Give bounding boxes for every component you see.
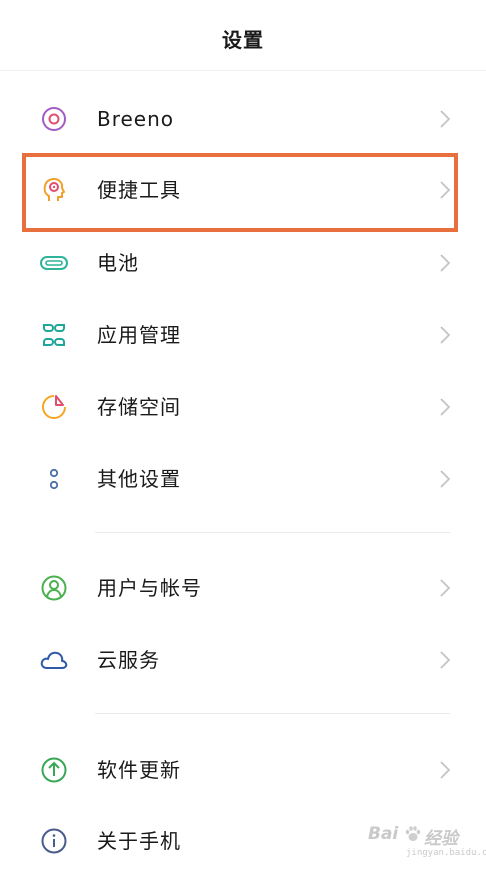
section-divider	[95, 532, 450, 533]
settings-item-label: 存储空间	[97, 395, 181, 419]
chevron-right-icon	[438, 324, 452, 346]
settings-item-label: 用户与帐号	[97, 576, 202, 600]
settings-item-label: 云服务	[97, 648, 160, 672]
settings-item-breeno[interactable]: Breeno	[0, 82, 486, 154]
cloud-icon	[40, 646, 68, 674]
storage-icon	[40, 393, 68, 421]
battery-icon	[40, 249, 68, 277]
settings-item-about-phone[interactable]: 关于手机	[0, 804, 486, 870]
chevron-right-icon	[438, 468, 452, 490]
about-phone-icon	[40, 827, 68, 855]
chevron-right-icon	[438, 179, 452, 201]
section-divider	[95, 713, 450, 714]
settings-item-user-account[interactable]: 用户与帐号	[0, 551, 486, 623]
settings-item-cloud-service[interactable]: 云服务	[0, 623, 486, 695]
chevron-right-icon	[438, 252, 452, 274]
settings-item-other-settings[interactable]: 其他设置	[0, 442, 486, 514]
settings-item-software-update[interactable]: 软件更新	[0, 733, 486, 805]
other-settings-icon	[40, 465, 68, 493]
settings-item-storage[interactable]: 存储空间	[0, 370, 486, 442]
chevron-right-icon	[438, 577, 452, 599]
chevron-right-icon	[438, 108, 452, 130]
settings-item-app-management[interactable]: 应用管理	[0, 298, 486, 370]
settings-item-label: 其他设置	[97, 467, 181, 491]
header: 设置	[0, 0, 486, 71]
settings-item-label: 关于手机	[97, 829, 181, 853]
settings-item-battery[interactable]: 电池	[0, 226, 486, 298]
chevron-right-icon	[438, 759, 452, 781]
chevron-right-icon	[438, 396, 452, 418]
settings-item-label: 软件更新	[97, 758, 181, 782]
settings-item-label: Breeno	[97, 107, 175, 131]
settings-item-convenience-tools[interactable]: 便捷工具	[0, 153, 486, 225]
chevron-right-icon	[438, 649, 452, 671]
settings-item-label: 电池	[97, 251, 139, 275]
settings-item-label: 便捷工具	[97, 178, 181, 202]
breeno-icon	[40, 105, 68, 133]
software-update-icon	[40, 756, 68, 784]
user-account-icon	[40, 574, 68, 602]
app-management-icon	[40, 321, 68, 349]
page-title: 设置	[222, 28, 264, 52]
settings-screen: 设置 Breeno 便捷工具 电池 应用管理 存储空间 其他设置 用户与帐号 云…	[0, 0, 486, 870]
convenience-tools-icon	[40, 176, 68, 204]
settings-item-label: 应用管理	[97, 323, 181, 347]
